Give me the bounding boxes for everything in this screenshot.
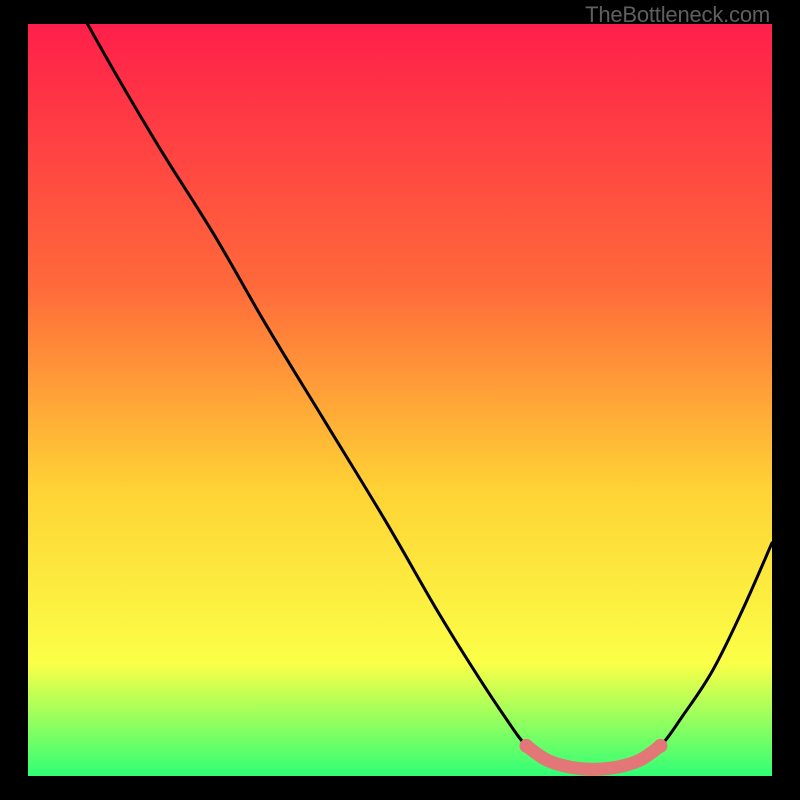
bottleneck-chart bbox=[28, 24, 772, 776]
highlight-endpoint-left bbox=[519, 739, 533, 753]
gradient-background bbox=[28, 24, 772, 776]
highlight-endpoint-right bbox=[653, 739, 667, 753]
chart-frame bbox=[28, 24, 772, 776]
